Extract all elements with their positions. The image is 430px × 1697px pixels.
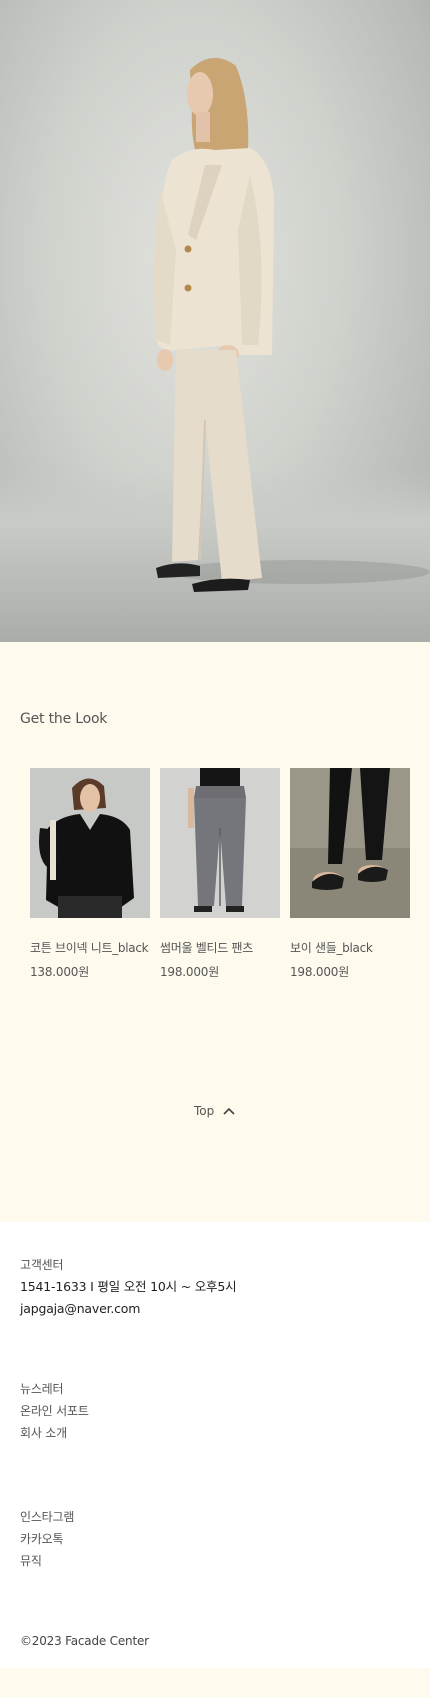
product-price: 138.000원 xyxy=(30,965,90,979)
product-card-knit[interactable]: 코튼 브이넥 니트_black 138.000원 xyxy=(30,768,150,980)
product-price: 198.000원 xyxy=(290,965,350,979)
section-title: Get the Look xyxy=(20,711,108,727)
customer-center: 고객센터 1541-1633 I 평일 오전 10시 ~ 오후5시 japgaj… xyxy=(20,1254,237,1320)
site-footer: 고객센터 1541-1633 I 평일 오전 10시 ~ 오후5시 japgaj… xyxy=(0,1222,430,1668)
product-card-sandals[interactable]: 보이 샌들_black 198.000원 xyxy=(290,768,410,980)
product-image[interactable] xyxy=(290,768,410,918)
top-label[interactable]: Top xyxy=(194,1104,214,1118)
customer-center-phone[interactable]: 1541-1633 I 평일 오전 10시 ~ 오후5시 xyxy=(20,1276,237,1298)
product-name[interactable]: 썸머울 벨티드 팬츠 xyxy=(160,939,280,956)
newsletter-link[interactable]: 뉴스레터 xyxy=(20,1378,89,1400)
model-figure xyxy=(153,57,430,592)
about-company-link[interactable]: 회사 소개 xyxy=(20,1422,89,1444)
music-link[interactable]: 뮤직 xyxy=(20,1550,74,1572)
customer-center-title: 고객센터 xyxy=(20,1258,64,1272)
hero-image xyxy=(0,0,430,642)
product-price: 198.000원 xyxy=(160,965,220,979)
product-list: 코튼 브이넥 니트_black 138.000원 썸머울 벨티드 팬츠 198.… xyxy=(30,768,410,988)
product-card-pants[interactable]: 썸머울 벨티드 팬츠 198.000원 xyxy=(160,768,280,980)
online-support-link[interactable]: 온라인 서포트 xyxy=(20,1400,89,1422)
copyright: ©2023 Facade Center xyxy=(20,1634,149,1648)
footer-links-company: 뉴스레터 온라인 서포트 회사 소개 xyxy=(20,1378,89,1444)
product-name[interactable]: 보이 샌들_black xyxy=(290,939,410,956)
footer-links-social: 인스타그램 카카오톡 뮤직 xyxy=(20,1506,74,1572)
product-image[interactable] xyxy=(30,768,150,918)
kakaotalk-link[interactable]: 카카오톡 xyxy=(20,1528,74,1550)
scroll-top-button[interactable]: Top xyxy=(194,1104,236,1118)
instagram-link[interactable]: 인스타그램 xyxy=(20,1506,74,1528)
product-name[interactable]: 코튼 브이넥 니트_black xyxy=(30,939,150,956)
chevron-up-icon[interactable] xyxy=(222,1106,236,1116)
product-image[interactable] xyxy=(160,768,280,918)
customer-center-email[interactable]: japgaja@naver.com xyxy=(20,1298,236,1320)
